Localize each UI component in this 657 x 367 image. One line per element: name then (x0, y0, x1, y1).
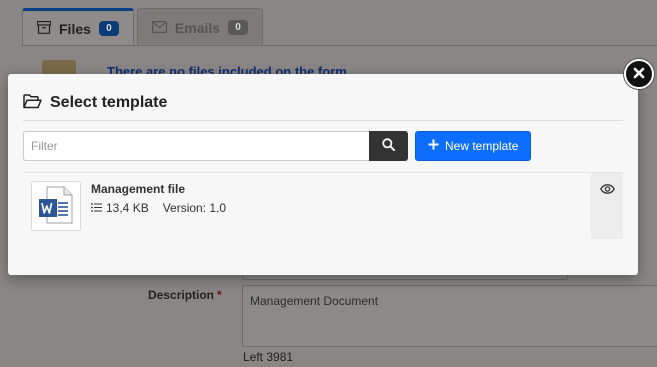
new-template-button[interactable]: New template (415, 131, 532, 161)
archive-icon (36, 20, 52, 37)
select-template-modal: Select template New template (8, 74, 638, 275)
envelope-icon (151, 20, 167, 36)
tab-emails-label: Emails (174, 19, 221, 36)
template-version: Version: 1.0 (162, 201, 227, 215)
modal-title: Select template (50, 94, 168, 111)
emails-count-badge: 0 (228, 20, 249, 35)
template-list-item[interactable]: Management file 13,4 KB Version: 1.0 (23, 173, 623, 239)
template-name: Management file (91, 182, 186, 196)
search-icon (382, 138, 395, 154)
required-mark: * (217, 288, 222, 302)
tab-emails[interactable]: Emails 0 (136, 8, 264, 46)
filter-input[interactable] (23, 131, 369, 161)
description-label-text: Description (148, 288, 215, 302)
header-divider (23, 120, 623, 121)
new-template-label: New template (445, 139, 519, 153)
modal-header: Select template (23, 94, 167, 112)
list-icon (91, 201, 102, 215)
template-size: 13,4 KB (106, 201, 149, 215)
file-thumbnail (31, 181, 81, 231)
tab-divider (22, 45, 657, 46)
close-icon (633, 67, 645, 82)
close-modal-button[interactable] (624, 59, 654, 89)
folder-open-icon (23, 94, 42, 112)
preview-button[interactable] (591, 173, 623, 239)
tab-bar: Files 0 Emails 0 (22, 8, 264, 46)
tab-files-label: Files (59, 20, 91, 37)
template-meta: 13,4 KB Version: 1.0 (91, 201, 226, 215)
word-document-icon (38, 186, 74, 227)
filter-row: New template (23, 131, 532, 161)
description-textarea[interactable]: Management Document (242, 285, 657, 347)
tab-files[interactable]: Files 0 (22, 8, 134, 46)
description-label: Description * (148, 288, 222, 302)
files-count-badge: 0 (98, 21, 119, 36)
characters-left: Left 3981 (243, 350, 294, 364)
search-button[interactable] (369, 131, 408, 161)
description-value: Management Document (250, 294, 379, 308)
plus-icon (428, 139, 439, 153)
eye-icon (599, 183, 615, 239)
